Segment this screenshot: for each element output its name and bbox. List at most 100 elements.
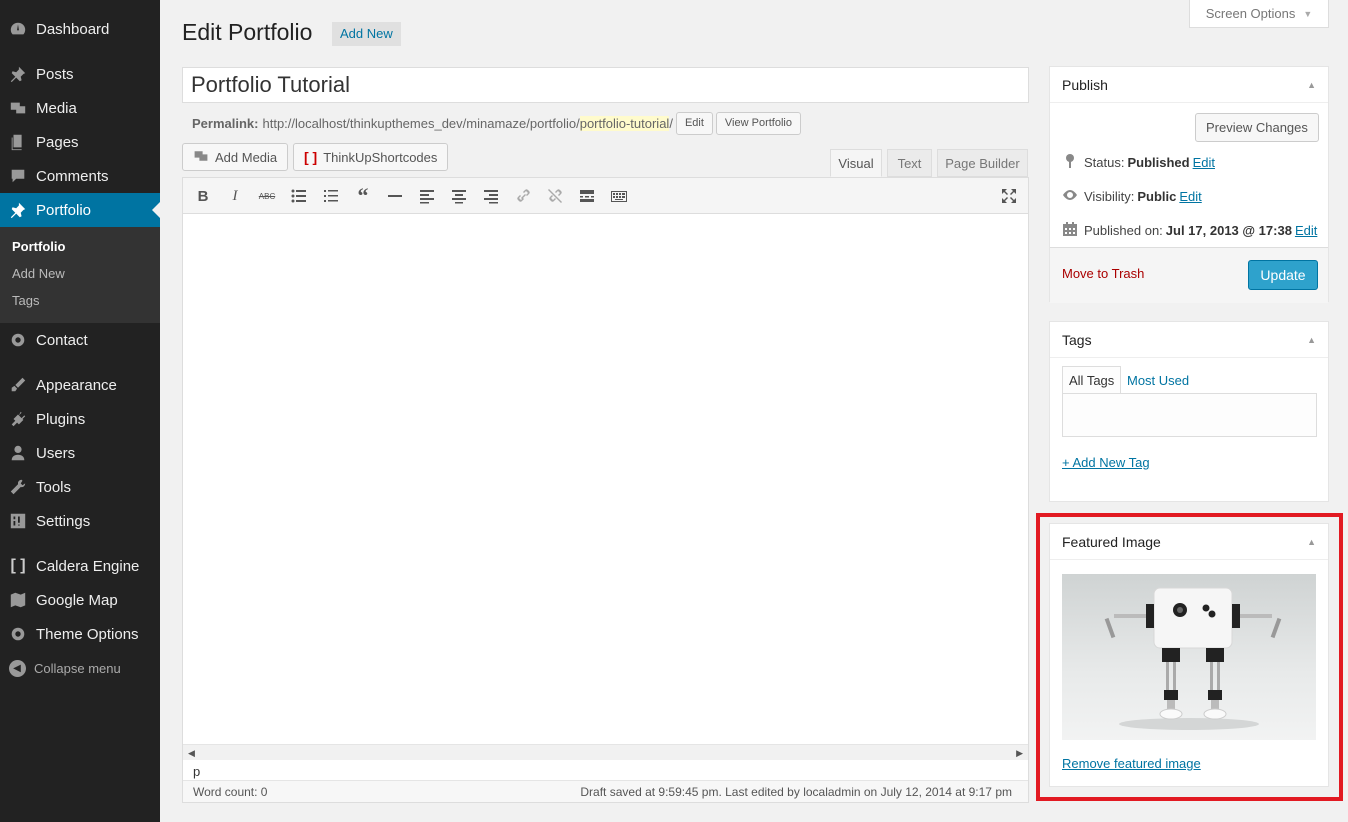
permalink-slug[interactable]: portfolio-tutorial [579,116,670,131]
bold-icon[interactable]: B [193,186,213,206]
collapse-arrow-icon[interactable]: ▲ [1307,335,1316,345]
pages-icon [0,133,36,151]
menu-item-users[interactable]: Users [0,436,160,470]
horizontal-scrollbar[interactable]: ◀ ▶ [183,744,1028,760]
map-icon [0,591,36,609]
horizontal-line-icon[interactable] [385,186,405,206]
align-center-icon[interactable] [449,186,469,206]
edit-status-link[interactable]: Edit [1193,155,1215,170]
menu-item-pages[interactable]: Pages [0,125,160,159]
post-title-input[interactable] [182,67,1029,103]
thinkup-shortcodes-button[interactable]: [ ] ThinkUpShortcodes [293,143,449,171]
menu-label: Google Map [36,591,118,609]
move-to-trash-link[interactable]: Move to Trash [1062,266,1144,281]
preview-changes-button[interactable]: Preview Changes [1195,113,1319,142]
menu-item-plugins[interactable]: Plugins [0,402,160,436]
caret-down-icon: ▼ [1303,8,1313,19]
submenu-add-new[interactable]: Add New [12,266,65,281]
wrench-icon [0,478,36,496]
draft-status: Draft saved at 9:59:45 pm. Last edited b… [580,784,1012,799]
published-label: Published on: [1084,223,1163,238]
gear-icon [0,331,36,349]
menu-item-media[interactable]: Media [0,91,160,125]
tag-cloud-area [1062,393,1317,437]
link-icon[interactable] [513,186,533,206]
scroll-left-icon[interactable]: ◀ [188,748,195,759]
tab-visual[interactable]: Visual [830,149,882,177]
menu-item-settings[interactable]: Settings [0,504,160,538]
unlink-icon[interactable] [545,186,565,206]
publish-box: Publish ▲ Preview Changes Status: Publis… [1049,66,1329,303]
pin-icon [1062,153,1078,172]
menu-item-theme-options[interactable]: Theme Options [0,617,160,651]
tags-box: Tags ▲ All Tags Most Used + Add New Tag [1049,321,1329,502]
update-button[interactable]: Update [1248,260,1318,290]
shortcode-bracket-icon: [ ] [304,149,318,165]
highlight-box [1036,513,1343,801]
menu-item-google-map[interactable]: Google Map [0,583,160,617]
blockquote-icon[interactable]: “ [353,183,373,208]
collapse-menu-button[interactable]: ◀ Collapse menu [0,655,121,681]
user-icon [0,444,36,462]
screen-options-label: Screen Options [1205,6,1296,21]
permalink-row: Permalink: http://localhost/thinkuptheme… [192,112,801,135]
collapse-arrow-icon[interactable]: ▲ [1307,80,1316,90]
align-right-icon[interactable] [481,186,501,206]
shortcodes-label: ThinkUpShortcodes [323,149,438,165]
scroll-right-icon[interactable]: ▶ [1016,748,1023,759]
read-more-icon[interactable] [577,186,597,206]
status-row: Status: Published Edit [1062,153,1215,172]
menu-item-contact[interactable]: Contact [0,323,160,357]
collapse-arrow-icon: ◀ [0,659,34,677]
add-media-button[interactable]: Add Media [182,143,289,171]
strikethrough-icon[interactable]: ABC [257,186,277,206]
menu-label: Portfolio [36,201,92,219]
toolbar-toggle-icon[interactable] [609,186,629,206]
word-count: Word count: 0 [193,784,268,799]
menu-item-appearance[interactable]: Appearance [0,368,160,402]
bracket-icon: [ ] [10,557,26,574]
align-left-icon[interactable] [417,186,437,206]
edit-visibility-link[interactable]: Edit [1179,189,1201,204]
tab-text[interactable]: Text [887,149,932,177]
menu-item-caldera-engine[interactable]: [ ] Caldera Engine [0,549,160,583]
tab-most-used[interactable]: Most Used [1121,366,1195,394]
admin-sidebar: Dashboard Posts Media Pages Comments Por… [0,0,160,822]
page-title: Edit Portfolio [182,19,313,45]
menu-label: Dashboard [36,20,110,38]
tab-page-builder[interactable]: Page Builder [937,149,1028,177]
screen-options-button[interactable]: Screen Options ▼ [1189,0,1329,28]
menu-item-tools[interactable]: Tools [0,470,160,504]
edit-permalink-button[interactable]: Edit [675,112,713,135]
submenu-portfolio[interactable]: Portfolio [12,239,65,254]
bullet-list-icon[interactable] [289,186,309,206]
publish-title: Publish [1062,76,1108,93]
brush-icon [0,376,36,394]
collapse-label: Collapse menu [34,660,121,676]
numbered-list-icon[interactable] [321,186,341,206]
menu-label: Posts [36,65,74,83]
menu-label: Caldera Engine [36,557,140,575]
permalink-base: http://localhost/thinkupthemes_dev/minam… [262,116,580,131]
settings-icon [0,512,36,530]
menu-item-posts[interactable]: Posts [0,57,160,91]
tab-all-tags[interactable]: All Tags [1062,366,1122,394]
menu-item-comments[interactable]: Comments [0,159,160,193]
content-editor[interactable]: B I ABC “ ◀ ▶ p Word count: 0 Draft save… [182,177,1029,803]
tags-header[interactable]: Tags ▲ [1050,322,1328,358]
edit-date-link[interactable]: Edit [1295,223,1317,238]
add-new-button[interactable]: Add New [332,22,401,46]
menu-label: Users [36,444,76,462]
menu-item-dashboard[interactable]: Dashboard [0,12,160,46]
visibility-label: Visibility: [1084,189,1135,204]
add-new-tag-link[interactable]: + Add New Tag [1062,455,1150,470]
submenu-tags[interactable]: Tags [12,293,39,308]
media-icon [0,99,36,117]
menu-label: Appearance [36,376,117,394]
menu-label: Plugins [36,410,86,428]
publish-header[interactable]: Publish ▲ [1050,67,1328,103]
italic-icon[interactable]: I [225,186,245,206]
fullscreen-icon[interactable] [999,186,1019,206]
view-portfolio-button[interactable]: View Portfolio [715,112,801,135]
menu-item-portfolio[interactable]: Portfolio [0,193,160,227]
